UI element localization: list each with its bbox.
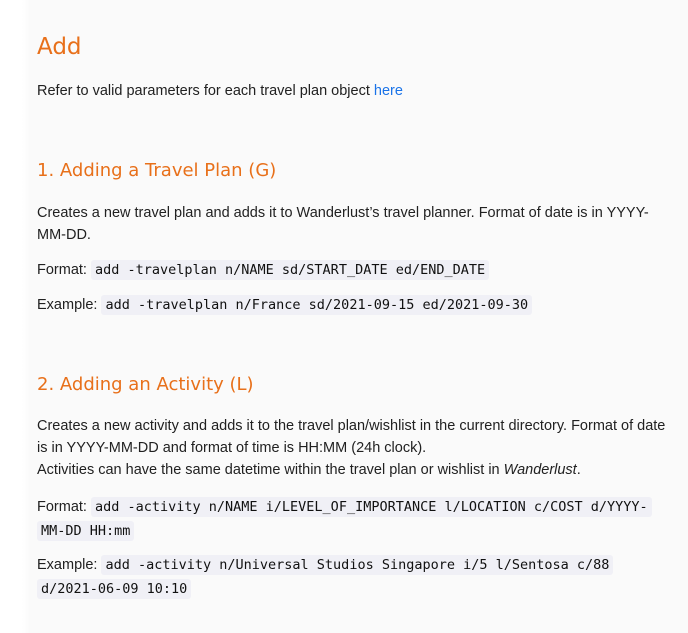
section-heading-activity: 2. Adding an Activity (L) [37,374,254,395]
format-label: Format: [37,499,87,515]
section-heading-travel-plan: 1. Adding a Travel Plan (G) [37,160,277,181]
example-code-travel-plan: add -travelplan n/France sd/2021-09-15 e… [101,295,533,315]
page: Add Refer to valid parameters for each t… [0,0,688,633]
page-title: Add [37,34,82,60]
activity-note-end: . [576,462,581,478]
intro-text: Refer to valid parameters for each trave… [37,83,374,99]
example-line-travel-plan: Example: add -travelplan n/France sd/202… [37,294,667,316]
section-description-activity: Creates a new activity and adds it to th… [37,418,666,456]
example-label: Example: [37,297,98,313]
example-code-activity: add -activity n/Universal Studios Singap… [37,555,614,599]
parameters-link[interactable]: here [374,83,403,99]
format-line-activity: Format: add -activity n/NAME i/LEVEL_OF_… [37,495,667,543]
format-line-travel-plan: Format: add -travelplan n/NAME sd/START_… [37,259,667,281]
intro-paragraph: Refer to valid parameters for each trave… [37,80,667,102]
app-name-emphasis: Wanderlust [503,462,577,478]
example-label: Example: [37,557,98,573]
activity-note: Activities can have the same datetime wi… [37,459,667,481]
section-description-travel-plan: Creates a new travel plan and adds it to… [37,205,649,243]
activity-note-text: Activities can have the same datetime wi… [37,462,504,478]
format-code-travel-plan: add -travelplan n/NAME sd/START_DATE ed/… [90,260,490,280]
format-label: Format: [37,262,87,278]
example-line-activity: Example: add -activity n/Universal Studi… [37,553,667,601]
format-code-activity: add -activity n/NAME i/LEVEL_OF_IMPORTAN… [37,497,652,541]
